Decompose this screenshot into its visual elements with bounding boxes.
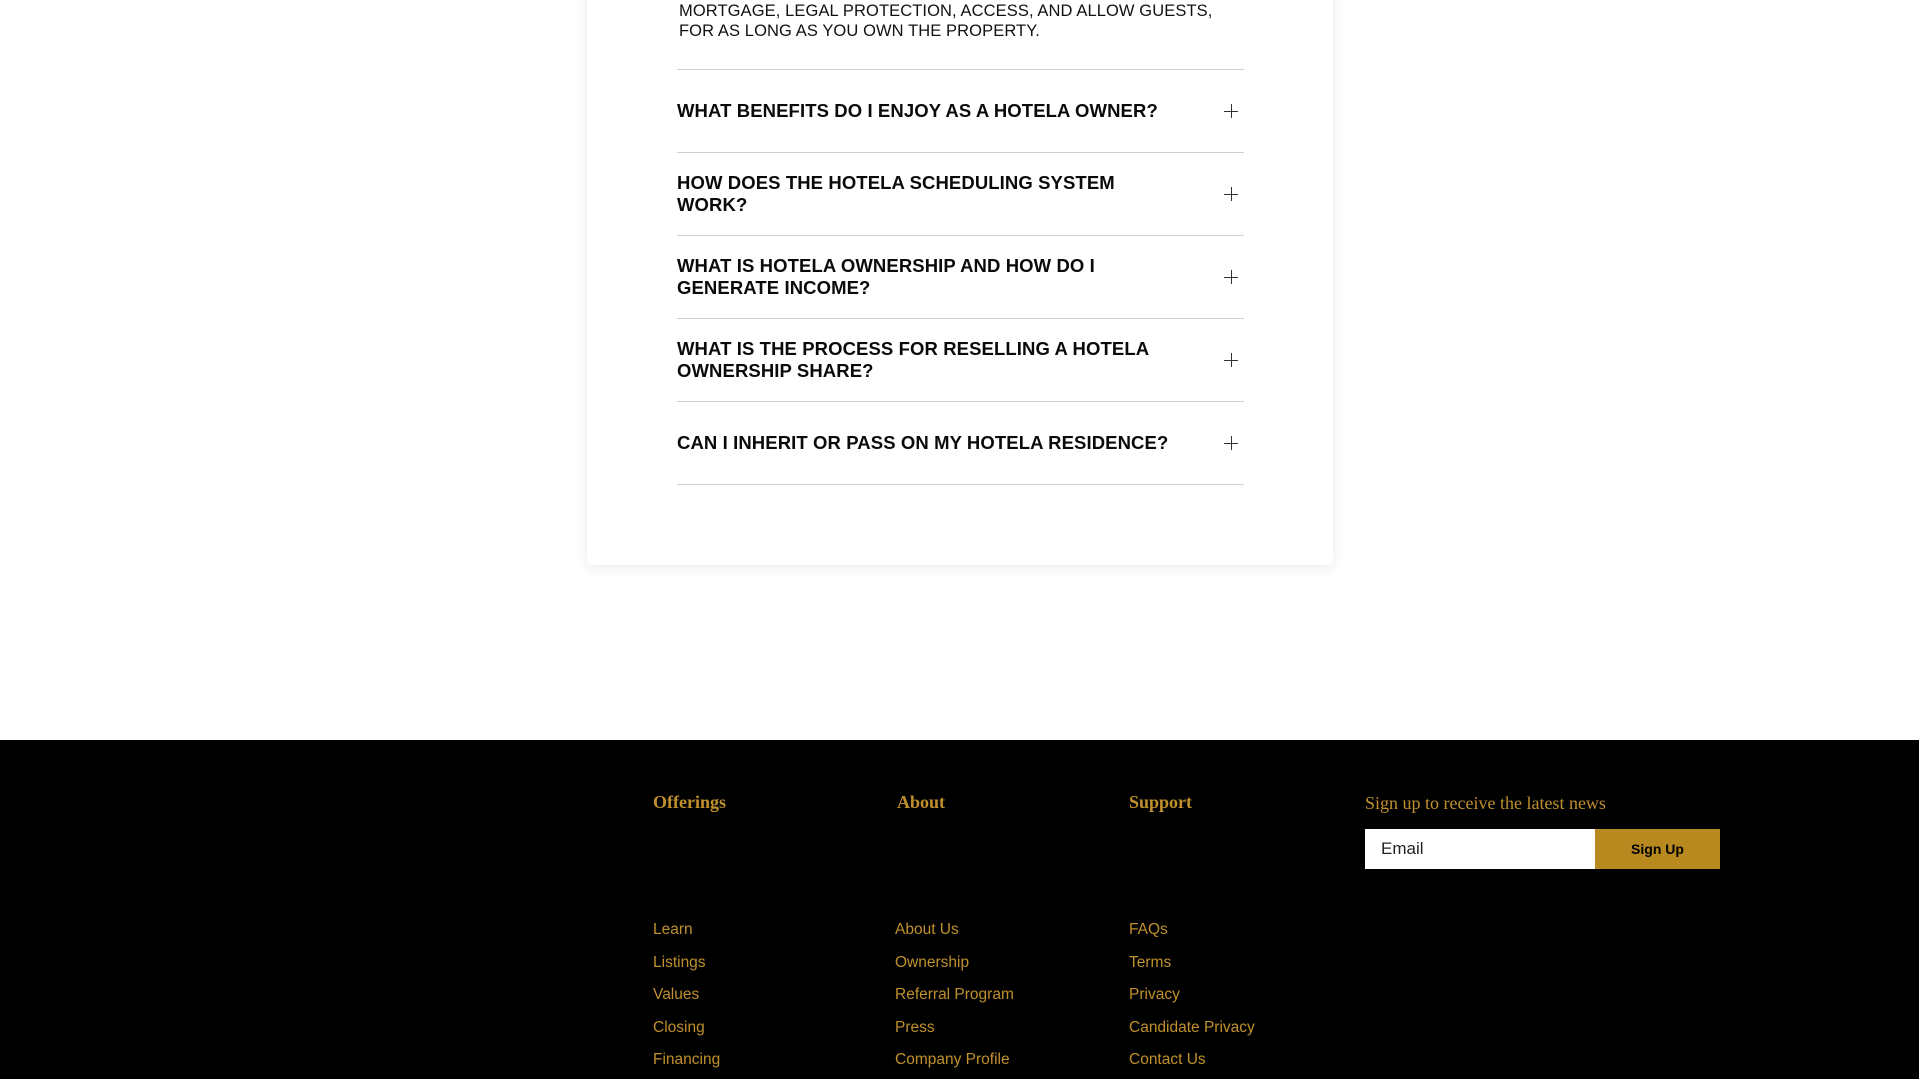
- footer-link-ownership[interactable]: Ownership: [895, 953, 1014, 973]
- footer-link-privacy[interactable]: Privacy: [1129, 985, 1255, 1005]
- faq-section: MORTGAGE, LEGAL PROTECTION, ACCESS, AND …: [0, 0, 1919, 740]
- faq-item-ownership-income[interactable]: WHAT IS HOTELA OWNERSHIP AND HOW DO I GE…: [677, 236, 1244, 319]
- faq-question: WHAT IS HOTELA OWNERSHIP AND HOW DO I GE…: [677, 255, 1095, 298]
- newsletter-title: Sign up to receive the latest news: [1365, 793, 1606, 813]
- footer-links-about: About Us Ownership Referral Program Pres…: [895, 920, 1014, 1079]
- footer-link-faqs[interactable]: FAQs: [1129, 920, 1255, 940]
- footer-link-values[interactable]: Values: [653, 985, 720, 1005]
- email-input[interactable]: [1365, 829, 1595, 869]
- faq-question: HOW DOES THE HOTELA SCHEDULING SYSTEM WO…: [677, 172, 1115, 215]
- faq-item-inherit-residence[interactable]: CAN I INHERIT OR PASS ON MY HOTELA RESID…: [677, 402, 1244, 485]
- footer-link-financing[interactable]: Financing: [653, 1050, 720, 1070]
- plus-icon[interactable]: [1224, 270, 1238, 284]
- footer-links-support: FAQs Terms Privacy Candidate Privacy Con…: [1129, 920, 1255, 1079]
- faq-answer-text: MORTGAGE, LEGAL PROTECTION, ACCESS, AND …: [679, 2, 1213, 40]
- plus-icon[interactable]: [1224, 436, 1238, 450]
- faq-question: WHAT IS THE PROCESS FOR RESELLING A HOTE…: [677, 338, 1149, 381]
- footer-heading-offerings: Offerings: [653, 792, 726, 812]
- page: MORTGAGE, LEGAL PROTECTION, ACCESS, AND …: [0, 0, 1919, 1079]
- footer-link-press[interactable]: Press: [895, 1018, 1014, 1038]
- faq-question: WHAT BENEFITS DO I ENJOY AS A HOTELA OWN…: [677, 100, 1158, 121]
- faq-question: CAN I INHERIT OR PASS ON MY HOTELA RESID…: [677, 432, 1169, 453]
- faq-item-reselling-process[interactable]: WHAT IS THE PROCESS FOR RESELLING A HOTE…: [677, 319, 1244, 402]
- footer-link-learn[interactable]: Learn: [653, 920, 720, 940]
- faq-list: WHAT BENEFITS DO I ENJOY AS A HOTELA OWN…: [677, 69, 1244, 485]
- plus-icon[interactable]: [1224, 104, 1238, 118]
- sign-up-button[interactable]: Sign Up: [1595, 829, 1720, 869]
- footer: Offerings About Support Learn Listings V…: [0, 740, 1919, 1079]
- footer-link-company-profile[interactable]: Company Profile: [895, 1050, 1014, 1070]
- footer-link-candidate-privacy[interactable]: Candidate Privacy: [1129, 1018, 1255, 1038]
- footer-link-terms[interactable]: Terms: [1129, 953, 1255, 973]
- plus-icon[interactable]: [1224, 353, 1238, 367]
- footer-heading-about: About: [897, 792, 946, 812]
- plus-icon[interactable]: [1224, 187, 1238, 201]
- faq-item-owner-benefits[interactable]: WHAT BENEFITS DO I ENJOY AS A HOTELA OWN…: [677, 70, 1244, 153]
- footer-link-listings[interactable]: Listings: [653, 953, 720, 973]
- footer-link-contact-us[interactable]: Contact Us: [1129, 1050, 1255, 1070]
- footer-link-about-us[interactable]: About Us: [895, 920, 1014, 940]
- faq-item-scheduling-system[interactable]: HOW DOES THE HOTELA SCHEDULING SYSTEM WO…: [677, 153, 1244, 236]
- footer-heading-support: Support: [1129, 792, 1193, 812]
- footer-link-closing[interactable]: Closing: [653, 1018, 720, 1038]
- footer-links-offerings: Learn Listings Values Closing Financing: [653, 920, 720, 1079]
- footer-link-referral-program[interactable]: Referral Program: [895, 985, 1014, 1005]
